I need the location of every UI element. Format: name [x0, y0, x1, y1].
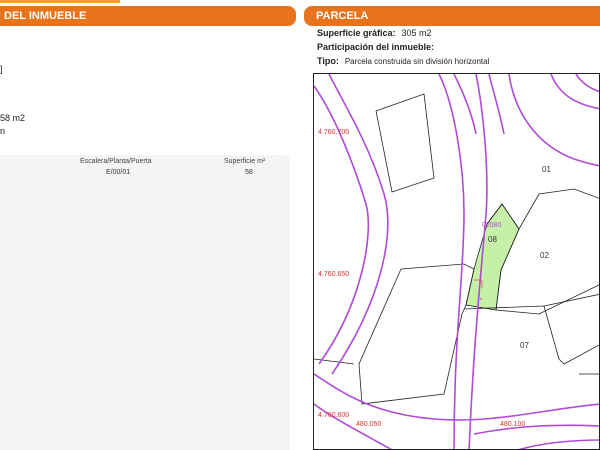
coord-label: 480.100 [500, 421, 525, 428]
column-header-superficie: Superficie m² [224, 158, 266, 165]
superficie-label: Superficie gráfica: [317, 28, 396, 38]
tipo-row: Tipo: Parcela construida sin división hor… [317, 56, 489, 66]
fragment-area: 58 m2 [0, 113, 26, 123]
cell-escalera: E/00/01 [106, 169, 131, 176]
fragment-n: n [0, 126, 6, 136]
column-header-escalera: Escalera/Planta/Puerta [80, 158, 152, 165]
right-panel-header: PARCELA [304, 6, 600, 26]
coord-label: 4.760.600 [318, 412, 349, 419]
road-label: 02080 [482, 222, 502, 229]
fragment-bracket: ] [0, 64, 3, 74]
left-panel-header: DEL INMUEBLE [0, 6, 296, 26]
cadastral-map[interactable]: 4.760.700 4.760.650 4.760.600 480.050 48… [313, 73, 600, 450]
parcel-label-01: 01 [542, 165, 551, 174]
right-panel-title: PARCELA [316, 10, 369, 22]
units-table: Escalera/Planta/Puerta Superficie m² E/0… [0, 155, 290, 450]
left-panel-title: DEL INMUEBLE [4, 10, 87, 22]
parcel-label-02: 02 [540, 251, 549, 260]
participacion-label: Participación del inmueble: [317, 42, 435, 52]
parcel-label-08: 08 [488, 235, 497, 244]
cadastral-map-svg: 4.760.700 4.760.650 4.760.600 480.050 48… [314, 74, 599, 449]
highlighted-parcel [465, 203, 520, 311]
superficie-row: Superficie gráfica: 305 m2 [317, 28, 432, 38]
cell-superficie: 58 [245, 169, 253, 176]
road-lines [314, 74, 599, 449]
tipo-value: Parcela construida sin división horizont… [344, 57, 490, 66]
superficie-value: 305 m2 [401, 28, 432, 38]
parcel-label-07: 07 [520, 341, 529, 350]
coord-label: 480.050 [356, 421, 381, 428]
coord-label: 4.760.650 [318, 271, 349, 278]
participacion-row: Participación del inmueble: [317, 42, 440, 52]
top-accent-strip [0, 0, 120, 3]
tipo-label: Tipo: [317, 56, 339, 66]
coord-label: 4.760.700 [318, 129, 349, 136]
